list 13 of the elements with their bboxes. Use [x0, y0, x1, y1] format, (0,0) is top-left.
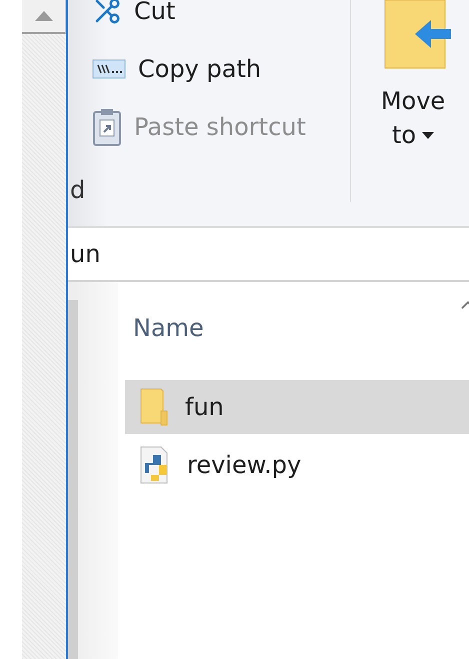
- ribbon-command[interactable]: Copy path: [92, 50, 350, 88]
- file-row[interactable]: fun: [125, 380, 469, 434]
- up-arrow-icon: [34, 11, 52, 21]
- file-row[interactable]: review.py: [125, 438, 469, 492]
- ribbon-command[interactable]: Cut: [92, 0, 350, 30]
- caret-icon: [422, 132, 434, 138]
- move-to-button[interactable]: Move to: [375, 0, 451, 226]
- scroll-up-button[interactable]: [22, 0, 66, 34]
- clipboard-icon: [92, 107, 122, 147]
- copy-path-icon: [92, 59, 126, 79]
- group-label: d: [70, 176, 86, 204]
- scrollbar-thumb[interactable]: [68, 300, 78, 659]
- column-header[interactable]: Name: [133, 314, 204, 342]
